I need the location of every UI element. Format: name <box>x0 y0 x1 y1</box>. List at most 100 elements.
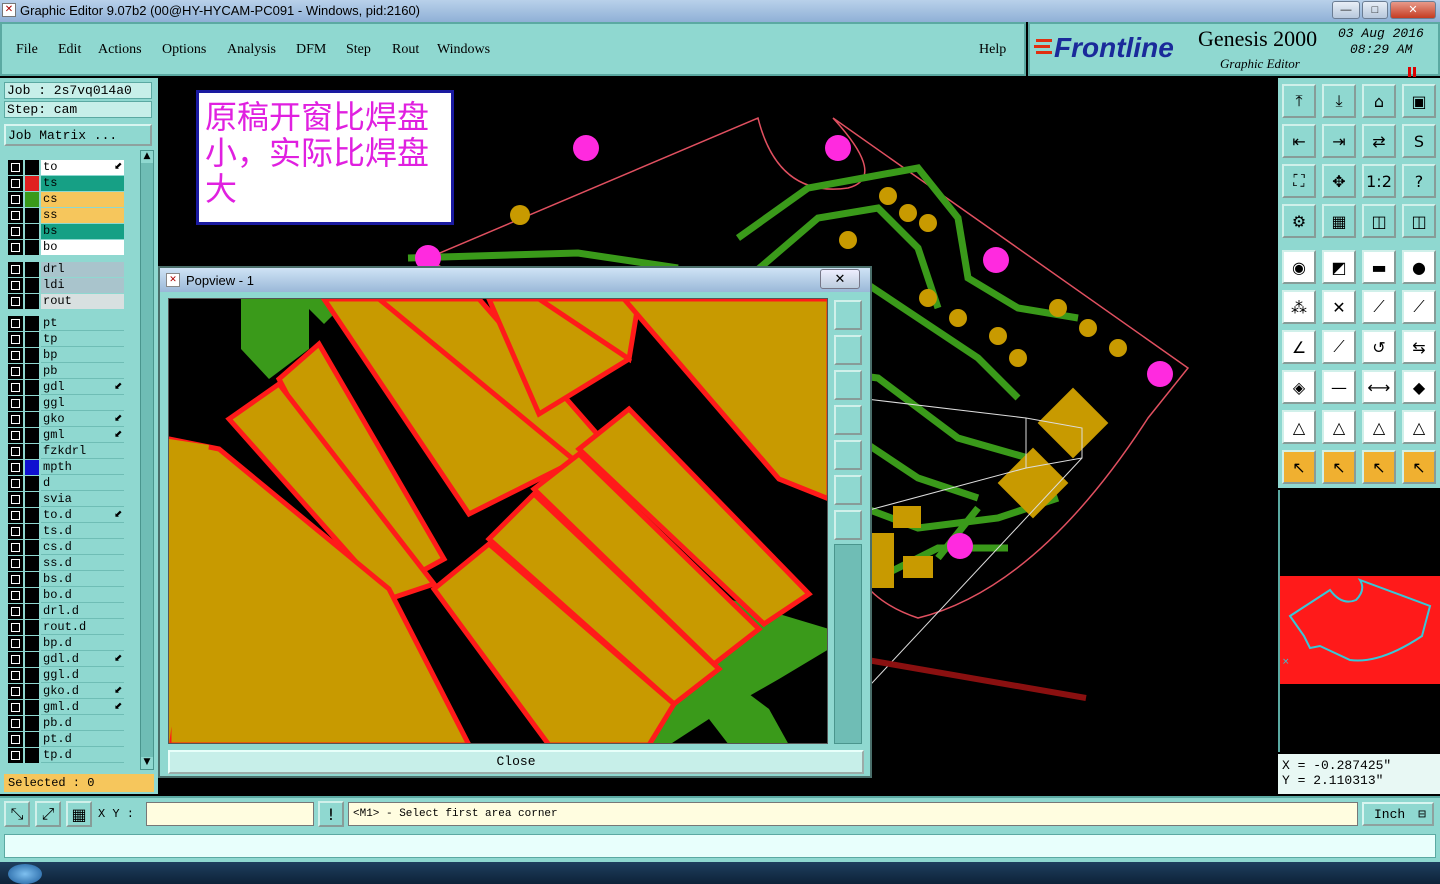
alert-icon[interactable]: ! <box>318 801 344 827</box>
scroll-up-arrow-icon[interactable]: ▲ <box>141 151 153 163</box>
job-matrix-button[interactable]: Job Matrix ... <box>4 124 152 146</box>
home-icon[interactable]: ⌂ <box>1362 84 1396 118</box>
layer-color-marker[interactable] <box>25 278 39 293</box>
close-window-button[interactable]: ✕ <box>1390 1 1436 19</box>
layer-color-marker[interactable] <box>25 176 39 191</box>
measure-icon[interactable]: ⤢ <box>35 801 61 827</box>
node-icon[interactable]: ✕ <box>1322 290 1356 324</box>
layer-row[interactable]: bp.d <box>8 636 124 651</box>
config-icon[interactable]: ⚙ <box>1282 204 1316 238</box>
layer-checkbox[interactable] <box>8 332 23 347</box>
layer-row[interactable]: ss <box>8 208 124 223</box>
layer-row[interactable]: svia <box>8 492 124 507</box>
pause-icon[interactable] <box>1408 62 1418 77</box>
layer-checkbox[interactable] <box>8 192 23 207</box>
help-icon[interactable]: ? <box>1402 164 1436 198</box>
layer-row[interactable]: to.d ⬋ <box>8 508 124 523</box>
layer-checkbox[interactable] <box>8 294 23 309</box>
layer-row[interactable]: drl <box>8 262 124 277</box>
layer-color-marker[interactable] <box>25 294 39 309</box>
layer-color-marker[interactable] <box>25 524 39 539</box>
popview-close-icon[interactable]: ✕ <box>820 269 860 289</box>
layer-checkbox[interactable] <box>8 460 23 475</box>
triangle2-icon[interactable]: △ <box>1322 410 1356 444</box>
layer-row[interactable]: gml ⬋ <box>8 428 124 443</box>
ruler-icon[interactable]: ▬ <box>1362 250 1396 284</box>
menu-step[interactable]: Step <box>346 42 371 58</box>
select-pad-icon[interactable]: ◉ <box>1282 250 1316 284</box>
layer-row[interactable]: drl.d <box>8 604 124 619</box>
layer-color-marker[interactable] <box>25 262 39 277</box>
center-icon[interactable]: ✥ <box>1322 164 1356 198</box>
layer-color-marker[interactable] <box>25 652 39 667</box>
start-button[interactable] <box>8 864 42 884</box>
triangle-icon[interactable]: △ <box>1282 410 1316 444</box>
panel-icon[interactable]: ▣ <box>1402 84 1436 118</box>
layer-row[interactable]: tp.d <box>8 748 124 763</box>
layer-color-marker[interactable] <box>25 700 39 715</box>
layer-checkbox[interactable] <box>8 278 23 293</box>
layer-row[interactable]: rout <box>8 294 124 309</box>
layer-color-marker[interactable] <box>25 636 39 651</box>
minus-icon[interactable]: — <box>1322 370 1356 404</box>
pv-pan-up-icon[interactable] <box>834 335 862 365</box>
snap-grid-icon[interactable]: ▦ <box>66 801 92 827</box>
menu-dfm[interactable]: DFM <box>296 42 326 58</box>
layer-checkbox[interactable] <box>8 444 23 459</box>
layer-color-marker[interactable] <box>25 380 39 395</box>
layer-row[interactable]: pb.d <box>8 716 124 731</box>
snake-icon[interactable]: S <box>1402 124 1436 158</box>
menu-rout[interactable]: Rout <box>392 42 419 58</box>
layer-row[interactable]: d <box>8 476 124 491</box>
layer-row[interactable]: bo.d <box>8 588 124 603</box>
menu-file[interactable]: File <box>16 42 38 58</box>
layer-color-marker[interactable] <box>25 572 39 587</box>
right-icon[interactable]: ⇥ <box>1322 124 1356 158</box>
menu-edit[interactable]: Edit <box>58 42 81 58</box>
layer-color-marker[interactable] <box>25 240 39 255</box>
pointer2-icon[interactable]: ↖ <box>1322 450 1356 484</box>
pv-pan-left-icon[interactable] <box>834 405 862 435</box>
layer-checkbox[interactable] <box>8 620 23 635</box>
layer-checkbox[interactable] <box>8 732 23 747</box>
pv-zoom-fit-icon[interactable] <box>834 300 862 330</box>
layer-checkbox[interactable] <box>8 716 23 731</box>
grid-icon[interactable]: ▦ <box>1322 204 1356 238</box>
layer-color-marker[interactable] <box>25 412 39 427</box>
layer-color-marker[interactable] <box>25 160 39 175</box>
layer-row[interactable]: bs <box>8 224 124 239</box>
film2-icon[interactable]: ◫ <box>1402 204 1436 238</box>
layer-color-marker[interactable] <box>25 508 39 523</box>
layer-checkbox[interactable] <box>8 396 23 411</box>
zoom-area-icon[interactable]: ⤡ <box>4 801 30 827</box>
net-icon[interactable]: ⁂ <box>1282 290 1316 324</box>
layer-color-marker[interactable] <box>25 748 39 763</box>
layer-checkbox[interactable] <box>8 668 23 683</box>
layer-row[interactable]: pb <box>8 364 124 379</box>
layer-row[interactable]: gdl.d ⬋ <box>8 652 124 667</box>
layer-color-marker[interactable] <box>25 348 39 363</box>
layer-color-marker[interactable] <box>25 316 39 331</box>
menu-windows[interactable]: Windows <box>437 42 490 58</box>
layer-color-marker[interactable] <box>25 492 39 507</box>
layer-checkbox[interactable] <box>8 540 23 555</box>
shapes-icon[interactable]: ◆ <box>1402 370 1436 404</box>
layer-row[interactable]: pt.d <box>8 732 124 747</box>
layer-checkbox[interactable] <box>8 524 23 539</box>
layer-checkbox[interactable] <box>8 380 23 395</box>
layer-row[interactable]: gko.d ⬋ <box>8 684 124 699</box>
swap-icon[interactable]: ⇄ <box>1362 124 1396 158</box>
layer-color-marker[interactable] <box>25 444 39 459</box>
layer-row[interactable]: mpth <box>8 460 124 475</box>
film-icon[interactable]: ◫ <box>1362 204 1396 238</box>
layer-checkbox[interactable] <box>8 364 23 379</box>
layer-row[interactable]: gml.d ⬋ <box>8 700 124 715</box>
layer-row[interactable]: to ⬋ <box>8 160 124 175</box>
layer-color-marker[interactable] <box>25 208 39 223</box>
layer-color-marker[interactable] <box>25 428 39 443</box>
layer-checkbox[interactable] <box>8 572 23 587</box>
pad-icon[interactable]: ◈ <box>1282 370 1316 404</box>
layer-list-scrollbar[interactable]: ▲ ▼ <box>140 150 154 770</box>
layer-checkbox[interactable] <box>8 604 23 619</box>
scroll-down-arrow-icon[interactable]: ▼ <box>141 757 153 769</box>
